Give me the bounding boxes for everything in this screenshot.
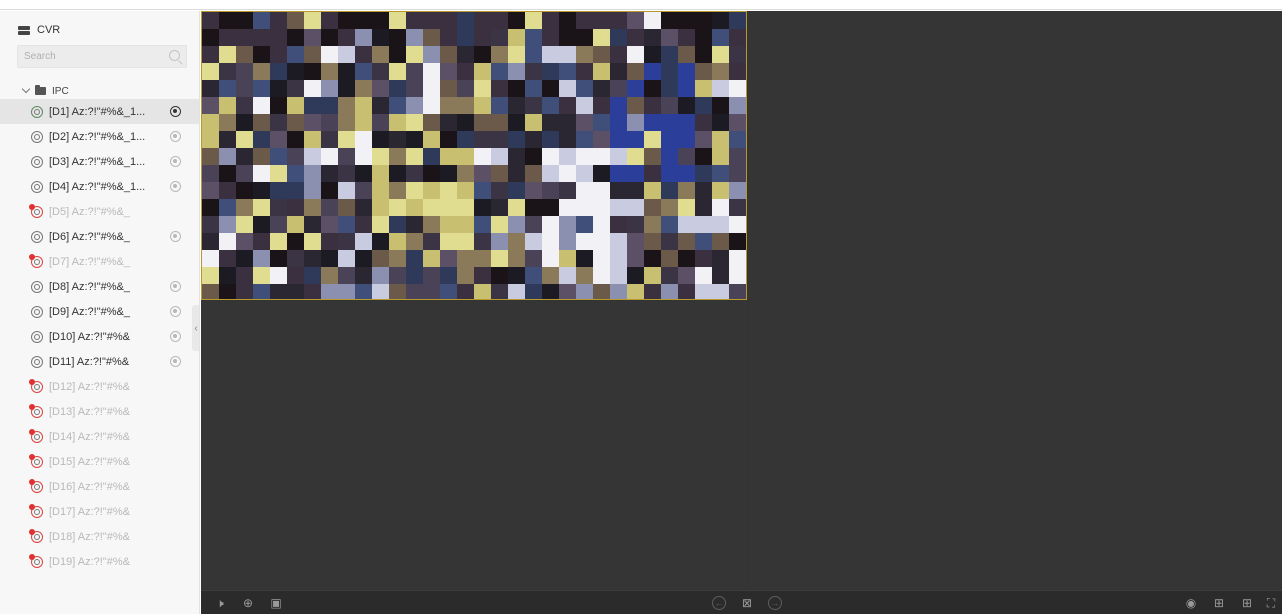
- camera-icon: [31, 355, 43, 368]
- playback-toolbar: 🕨 ⊕ ▣ ← ⊠ → ◉ ⊞ ⊞ ⛶: [201, 590, 1282, 614]
- record-toggle-icon[interactable]: [170, 106, 181, 117]
- camera-icon: [31, 280, 43, 293]
- device-item[interactable]: [D17] Az:?!"#%&: [0, 499, 199, 524]
- device-label: [D10] Az:?!"#%&: [49, 330, 130, 343]
- device-item[interactable]: [D11] Az:?!"#%&: [0, 349, 199, 374]
- camera-icon: [31, 105, 43, 118]
- video-pane-2[interactable]: [748, 11, 1282, 300]
- device-item[interactable]: [D8] Az:?!"#%&_: [0, 274, 199, 299]
- video-pane-3[interactable]: [201, 301, 747, 590]
- device-label: [D18] Az:?!"#%&: [49, 530, 130, 543]
- device-label: [D1] Az:?!"#%&_1...: [49, 105, 146, 118]
- device-item[interactable]: [D16] Az:?!"#%&: [0, 474, 199, 499]
- camera-offline-icon: [29, 403, 43, 418]
- video-pane-1[interactable]: [201, 11, 747, 300]
- video-grid: [201, 11, 1282, 590]
- record-toggle-icon[interactable]: [170, 156, 181, 167]
- ipc-group-label: IPC: [52, 85, 69, 97]
- record-toggle-icon[interactable]: [170, 356, 181, 367]
- camera-offline-icon: [29, 528, 43, 543]
- snapshot-icon[interactable]: ▣: [269, 596, 283, 610]
- close-all-icon[interactable]: ⊠: [740, 596, 754, 610]
- ipc-group[interactable]: IPC: [21, 83, 69, 99]
- mute-icon[interactable]: 🕨: [213, 596, 227, 610]
- device-label: [D5] Az:?!"#%&_: [49, 205, 130, 218]
- camera-icon: [31, 230, 43, 243]
- device-label: [D14] Az:?!"#%&: [49, 430, 130, 443]
- camera-offline-icon: [29, 553, 43, 568]
- device-label: [D19] Az:?!"#%&: [49, 555, 130, 568]
- cvr-root-label: CVR: [37, 24, 61, 36]
- device-item[interactable]: [D5] Az:?!"#%&_: [0, 199, 199, 224]
- device-sidebar: CVR IPC [D1] Az:?!"#%&_1... [D2] Az:?!"#%…: [0, 11, 200, 614]
- device-item[interactable]: [D2] Az:?!"#%&_1...: [0, 124, 199, 149]
- camera-offline-icon: [29, 378, 43, 393]
- grid-layout-icon[interactable]: ⊞: [1240, 596, 1254, 610]
- camera-icon: [31, 330, 43, 343]
- device-item[interactable]: [D18] Az:?!"#%&: [0, 524, 199, 549]
- collapse-sidebar-button[interactable]: ‹: [192, 305, 199, 351]
- fullscreen-icon[interactable]: ⛶: [1264, 596, 1278, 610]
- device-label: [D15] Az:?!"#%&: [49, 455, 130, 468]
- device-label: [D17] Az:?!"#%&: [49, 505, 130, 518]
- server-icon: [18, 25, 30, 35]
- camera-offline-icon: [29, 503, 43, 518]
- device-item[interactable]: [D3] Az:?!"#%&_1...: [0, 149, 199, 174]
- window-fit-icon[interactable]: ⊞: [1212, 596, 1226, 610]
- device-label: [D2] Az:?!"#%&_1...: [49, 130, 146, 143]
- camera-icon: [31, 130, 43, 143]
- camera-offline-icon: [29, 428, 43, 443]
- cvr-root[interactable]: CVR: [18, 22, 60, 38]
- device-item[interactable]: [D10] Az:?!"#%&: [0, 324, 199, 349]
- device-label: [D6] Az:?!"#%&_: [49, 230, 130, 243]
- search-box: [17, 45, 187, 68]
- device-label: [D16] Az:?!"#%&: [49, 480, 130, 493]
- record-toggle-icon[interactable]: [170, 181, 181, 192]
- search-icon[interactable]: [169, 50, 180, 61]
- device-item[interactable]: [D7] Az:?!"#%&_: [0, 249, 199, 274]
- top-divider: [0, 0, 1282, 10]
- camera-offline-icon: [29, 478, 43, 493]
- record-toggle-icon[interactable]: [170, 306, 181, 317]
- camera-offline-icon: [29, 203, 43, 218]
- device-item[interactable]: [D6] Az:?!"#%&_: [0, 224, 199, 249]
- device-item[interactable]: [D13] Az:?!"#%&: [0, 399, 199, 424]
- prev-page-icon[interactable]: ←: [712, 596, 726, 610]
- camera-icon: [31, 180, 43, 193]
- record-toggle-icon[interactable]: [170, 331, 181, 342]
- zoom-in-icon[interactable]: ⊕: [241, 596, 255, 610]
- device-label: [D8] Az:?!"#%&_: [49, 280, 130, 293]
- record-toggle-icon[interactable]: [170, 131, 181, 142]
- next-page-icon[interactable]: →: [768, 596, 782, 610]
- device-label: [D12] Az:?!"#%&: [49, 380, 130, 393]
- device-label: [D11] Az:?!"#%&: [49, 355, 130, 368]
- record-toggle-icon[interactable]: [170, 281, 181, 292]
- video-pane-4[interactable]: [748, 301, 1282, 590]
- device-label: [D13] Az:?!"#%&: [49, 405, 130, 418]
- chevron-down-icon[interactable]: [21, 84, 31, 94]
- camera-icon: [31, 305, 43, 318]
- device-item[interactable]: [D19] Az:?!"#%&: [0, 549, 199, 574]
- device-list: [D1] Az:?!"#%&_1... [D2] Az:?!"#%&_1... [D…: [0, 99, 199, 574]
- live-video-feed: [202, 12, 746, 299]
- device-item[interactable]: [D15] Az:?!"#%&: [0, 449, 199, 474]
- device-label: [D9] Az:?!"#%&_: [49, 305, 130, 318]
- device-item[interactable]: [D14] Az:?!"#%&: [0, 424, 199, 449]
- device-item[interactable]: [D4] Az:?!"#%&_1...: [0, 174, 199, 199]
- device-item[interactable]: [D1] Az:?!"#%&_1...: [0, 99, 199, 124]
- device-item[interactable]: [D12] Az:?!"#%&: [0, 374, 199, 399]
- device-label: [D7] Az:?!"#%&_: [49, 255, 130, 268]
- device-label: [D4] Az:?!"#%&_1...: [49, 180, 146, 193]
- camera-icon: [31, 155, 43, 168]
- device-item[interactable]: [D9] Az:?!"#%&_: [0, 299, 199, 324]
- search-input[interactable]: [18, 46, 158, 67]
- folder-icon: [35, 85, 46, 95]
- camera-offline-icon: [29, 453, 43, 468]
- device-label: [D3] Az:?!"#%&_1...: [49, 155, 146, 168]
- camera-offline-icon: [29, 253, 43, 268]
- record-icon[interactable]: ◉: [1184, 596, 1198, 610]
- record-toggle-icon[interactable]: [170, 231, 181, 242]
